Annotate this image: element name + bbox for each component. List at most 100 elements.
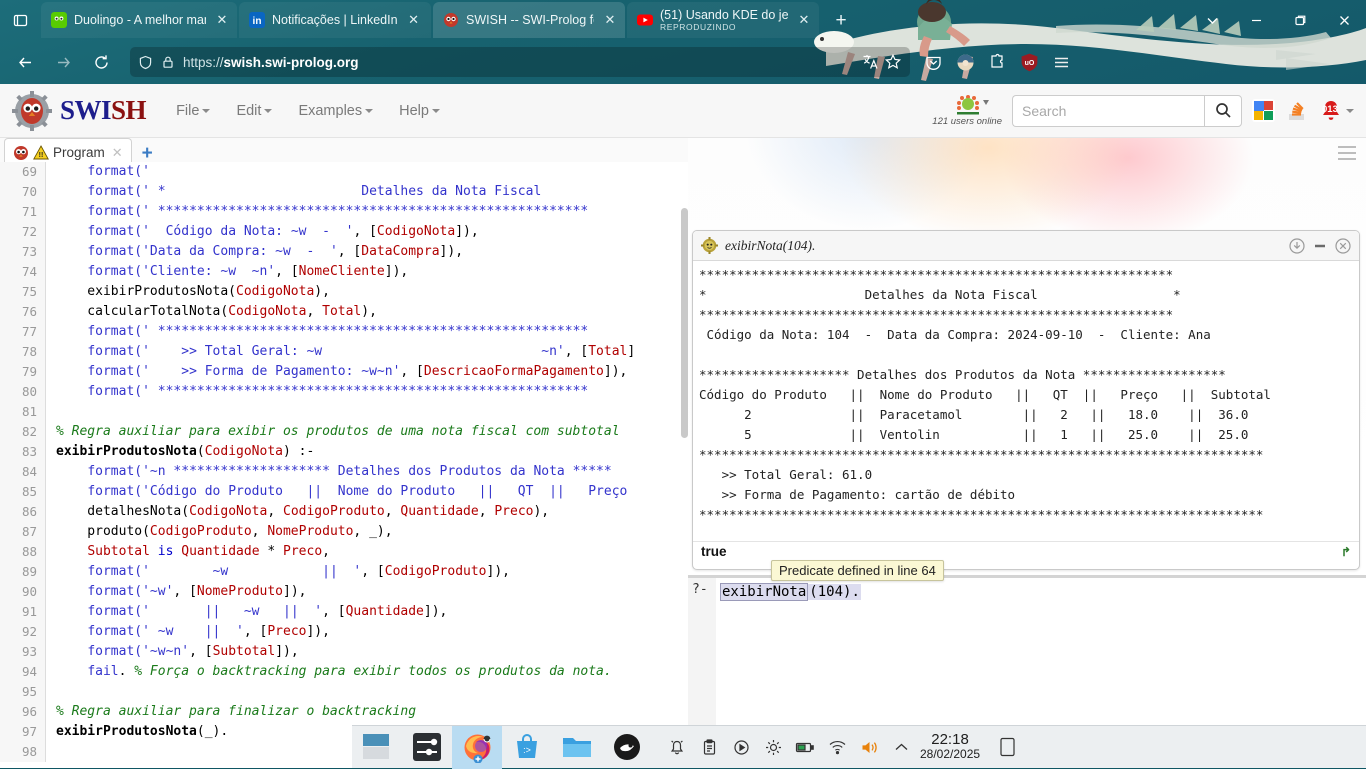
code-text[interactable]: calcularTotalNota(CodigoNota, Total),	[46, 302, 688, 322]
close-icon[interactable]	[1335, 237, 1351, 254]
line-number: 95	[0, 682, 46, 702]
pocket-icon[interactable]	[918, 47, 948, 77]
code-text[interactable]: format('~w~n', [Subtotal]),	[46, 642, 688, 662]
app-menu-icon[interactable]	[1046, 47, 1076, 77]
code-text[interactable]: exibirProdutosNota(CodigoNota),	[46, 282, 688, 302]
code-text[interactable]: % Regra auxiliar para exibir os produtos…	[46, 422, 688, 442]
bookmark-star-icon[interactable]	[884, 53, 902, 71]
more-results-icon[interactable]: ↱	[1341, 545, 1351, 559]
close-window-button[interactable]	[1322, 3, 1366, 37]
code-text[interactable]: format(' Código da Nota: ~w - ', [Codigo…	[46, 222, 688, 242]
browser-tab-duolingo[interactable]: Duolingo - A melhor mane ✕	[41, 2, 237, 38]
menu-edit[interactable]: Edit	[236, 103, 273, 119]
lock-icon[interactable]	[161, 55, 175, 69]
url-bar[interactable]: https://swish.swi-prolog.org	[130, 47, 910, 77]
code-text[interactable]: format(' >> Forma de Pagamento: ~w~n', […	[46, 362, 688, 382]
code-text[interactable]: Subtotal is Quantidade * Preco,	[46, 542, 688, 562]
reload-icon[interactable]	[84, 46, 118, 78]
firefox-icon[interactable]	[452, 725, 502, 769]
code-text[interactable]: format('~n ******************** Detalhes…	[46, 462, 688, 482]
wifi-icon[interactable]	[822, 726, 852, 769]
browser-tab-youtube[interactable]: (51) Usando KDE do jeito e REPRODUZINDO …	[627, 2, 819, 38]
download-icon[interactable]	[1289, 237, 1305, 254]
google-plus-icon[interactable]	[1252, 99, 1275, 122]
code-line: 91 format(' || ~w || ', [Quantidade]),	[0, 602, 688, 622]
code-text[interactable]: format('~w', [NomeProduto]),	[46, 582, 688, 602]
browser-navigation-bar: https://swish.swi-prolog.org uO	[0, 40, 1366, 84]
minimize-button[interactable]	[1234, 3, 1278, 37]
code-text[interactable]: format(' ~w || ', [Preco]),	[46, 622, 688, 642]
brand-text: SWISH	[60, 95, 147, 125]
editor-scrollbar[interactable]	[681, 168, 688, 768]
clipboard-icon[interactable]	[694, 726, 724, 769]
media-play-icon[interactable]	[726, 726, 756, 769]
opensuse-icon[interactable]	[602, 726, 652, 769]
close-icon[interactable]: ✕	[112, 145, 123, 161]
swish-logo[interactable]: SWISH	[12, 90, 147, 131]
maximize-restore-button[interactable]	[1278, 3, 1322, 37]
close-icon[interactable]: ✕	[405, 11, 423, 29]
pager-icon[interactable]	[352, 726, 402, 769]
chevron-up-icon[interactable]	[886, 726, 916, 769]
code-text[interactable]	[46, 682, 688, 702]
taskbar-clock[interactable]: 22:18 28/02/2025	[920, 732, 980, 762]
new-tab-button[interactable]: +	[826, 6, 856, 36]
code-text[interactable]: format(' || ~w || ', [Quantidade]),	[46, 602, 688, 622]
code-text[interactable]	[46, 402, 688, 422]
brightness-icon[interactable]	[758, 726, 788, 769]
code-text[interactable]: format(' ~w || ', [CodigoProduto]),	[46, 562, 688, 582]
tab-list-icon[interactable]	[0, 0, 40, 40]
code-line: 95	[0, 682, 688, 702]
show-desktop-icon[interactable]	[990, 726, 1024, 769]
code-editor[interactable]: 69 format(' 70 format(' * Detalhes da Not…	[0, 162, 688, 768]
settings-icon[interactable]	[402, 726, 452, 769]
code-text[interactable]: exibirProdutosNota(CodigoNota) :-	[46, 442, 688, 462]
code-text[interactable]: format(' *******************************…	[46, 202, 688, 222]
line-number: 81	[0, 402, 46, 422]
code-text[interactable]: format('Código do Produto || Nome do Pro…	[46, 482, 688, 502]
code-text[interactable]: produto(CodigoProduto, NomeProduto, _),	[46, 522, 688, 542]
runner-menu-icon[interactable]	[1338, 146, 1356, 164]
ublock-origin-icon[interactable]: uO	[1014, 47, 1044, 77]
browser-tab-linkedin[interactable]: in Notificações | LinkedIn ✕	[239, 2, 431, 38]
battery-icon[interactable]	[790, 726, 820, 769]
extension-puzzle-icon[interactable]	[982, 47, 1012, 77]
code-text[interactable]: format(' *******************************…	[46, 322, 688, 342]
query-input[interactable]: exibirNota (104). Predicate defined in li…	[716, 560, 944, 601]
users-online-widget[interactable]: 121 users online	[932, 94, 1002, 127]
code-text[interactable]: fail. % Força o backtracking para exibir…	[46, 662, 688, 682]
code-text[interactable]: format('Cliente: ~w ~n', [NomeCliente]),	[46, 262, 688, 282]
code-text[interactable]: detalhesNota(CodigoNota, CodigoProduto, …	[46, 502, 688, 522]
software-store-icon[interactable]: :>	[502, 726, 552, 769]
search-input[interactable]	[1012, 94, 1204, 127]
scrollbar-thumb[interactable]	[681, 208, 688, 438]
file-manager-icon[interactable]	[552, 726, 602, 769]
close-icon[interactable]: ✕	[795, 11, 813, 29]
code-text[interactable]: format(' >> Total Geral: ~w ~n', [Total]	[46, 342, 688, 362]
close-icon[interactable]: ✕	[601, 11, 619, 29]
shield-icon[interactable]	[138, 55, 153, 70]
search-button[interactable]	[1204, 94, 1242, 127]
code-text[interactable]: format(' *******************************…	[46, 382, 688, 402]
menu-help[interactable]: Help	[399, 103, 440, 119]
minimize-icon[interactable]	[1312, 238, 1328, 254]
code-line: 81	[0, 402, 688, 422]
menu-file[interactable]: File	[176, 103, 211, 119]
notifications-bell[interactable]: 013	[1318, 98, 1354, 124]
code-text[interactable]: format('	[46, 162, 688, 182]
stackoverflow-icon[interactable]	[1285, 99, 1308, 122]
line-number: 73	[0, 242, 46, 262]
code-text[interactable]: % Regra auxiliar para finalizar o backtr…	[46, 702, 688, 722]
account-avatar[interactable]	[950, 47, 980, 77]
forward-icon[interactable]	[46, 46, 80, 78]
volume-icon[interactable]	[854, 726, 884, 769]
bell-icon[interactable]	[662, 726, 692, 769]
chevron-down-icon[interactable]	[1190, 3, 1234, 37]
back-icon[interactable]	[8, 46, 42, 78]
close-icon[interactable]: ✕	[213, 11, 231, 29]
menu-examples[interactable]: Examples	[298, 103, 374, 119]
code-text[interactable]: format(' * Detalhes da Nota Fiscal	[46, 182, 688, 202]
translate-icon[interactable]	[862, 53, 880, 71]
code-text[interactable]: format('Data da Compra: ~w - ', [DataCom…	[46, 242, 688, 262]
browser-tab-swish[interactable]: SWISH -- SWI-Prolog for SH ✕	[433, 2, 625, 38]
